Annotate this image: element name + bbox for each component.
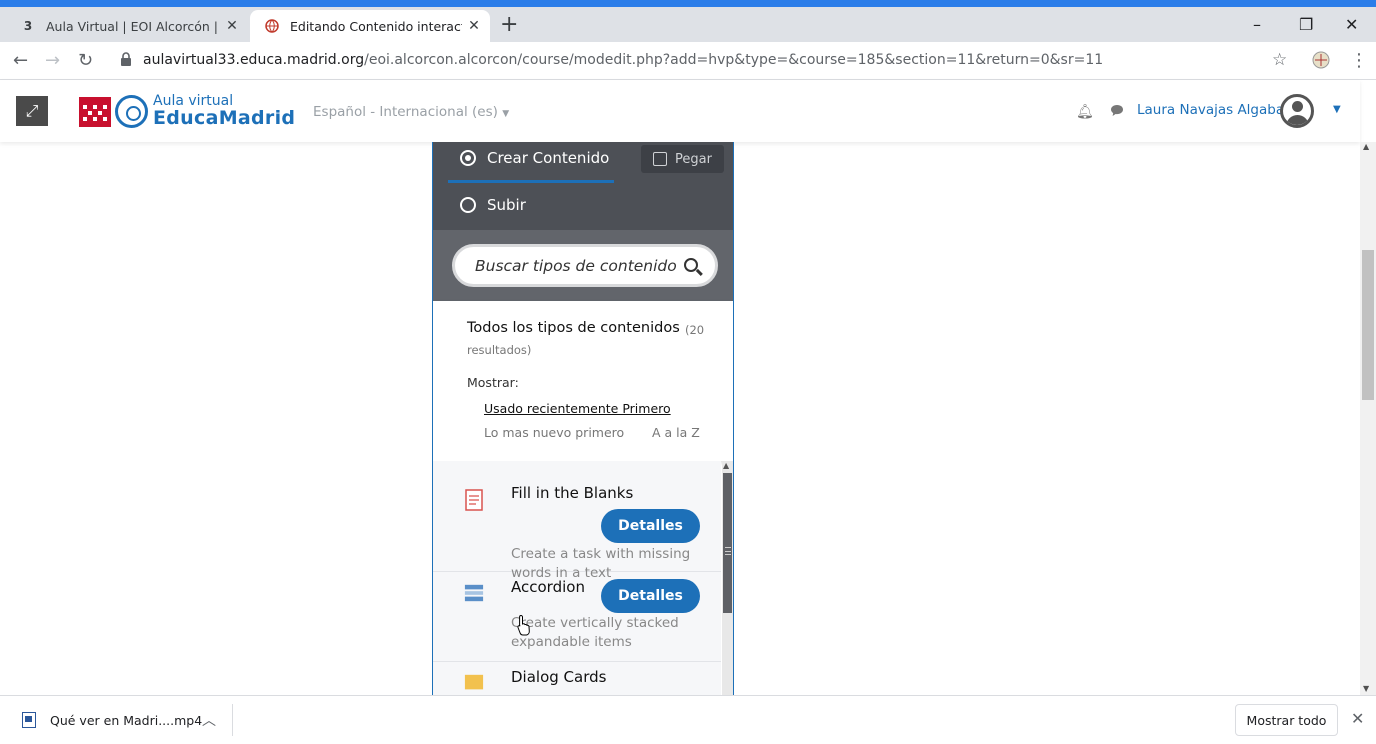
results-count-suffix: resultados) — [467, 343, 532, 357]
item-name[interactable]: Fill in the Blanks — [511, 484, 633, 502]
url-host: aulavirtual33.educa.madrid.org — [143, 52, 365, 68]
lock-icon[interactable] — [120, 52, 132, 66]
download-file-name[interactable]: Qué ver en Madri....mp4 — [50, 713, 202, 728]
results-count: (20 — [685, 323, 705, 337]
list-item[interactable]: Accordion Detalles Create vertically sta… — [433, 572, 721, 662]
download-bar: Qué ver en Madri....mp4 ︿ Mostrar todo ✕ — [0, 695, 1376, 744]
bookmark-star-icon[interactable]: ☆ — [1272, 50, 1287, 70]
show-label: Mostrar: — [467, 375, 519, 390]
browser-menu-icon[interactable]: ⋮ — [1350, 50, 1368, 71]
item-name[interactable]: Dialog Cards — [511, 668, 606, 686]
list-item[interactable]: Fill in the Blanks Detalles Create a tas… — [433, 461, 721, 581]
chevron-down-icon: ▼ — [502, 109, 510, 119]
browser-navbar: ← → ↻ aulavirtual33.educa.madrid.org/eoi… — [0, 42, 1376, 80]
tab-title: Editando Contenido interactivo — [290, 18, 462, 34]
scroll-down-icon[interactable]: ▼ — [1363, 684, 1369, 693]
search-input[interactable]: Buscar tipos de contenido — [452, 244, 718, 287]
chevron-up-icon[interactable]: ︿ — [202, 710, 216, 730]
details-button[interactable]: Detalles — [601, 579, 700, 613]
divider — [232, 704, 233, 736]
educamadrid-logo-icon[interactable] — [115, 95, 148, 128]
globe-favicon-icon — [264, 18, 280, 34]
tab-upload[interactable]: Subir — [487, 196, 526, 214]
create-content-radio[interactable] — [460, 150, 476, 166]
page-scrollbar[interactable]: ▲ ▼ — [1360, 142, 1376, 695]
show-all-button[interactable]: Mostrar todo — [1235, 704, 1338, 736]
url-path: /eoi.alcorcon.alcorcon/course/modedit.ph… — [364, 52, 1104, 68]
scroll-thumb[interactable] — [723, 473, 732, 613]
minimize-button[interactable]: – — [1253, 15, 1261, 34]
close-tab-icon[interactable]: ✕ — [462, 18, 486, 34]
sort-recent[interactable]: Usado recientemente Primero — [484, 401, 671, 416]
maximize-button[interactable]: ❐ — [1299, 15, 1313, 34]
sort-a-z[interactable]: A a la Z — [652, 425, 700, 440]
grip-icon — [725, 547, 731, 555]
new-tab-button[interactable]: + — [500, 14, 518, 36]
hand-cursor-icon — [517, 614, 530, 636]
content-type-list: Fill in the Blanks Detalles Create a tas… — [433, 461, 721, 695]
details-button[interactable]: Detalles — [601, 509, 700, 543]
language-selector[interactable]: Español - Internacional (es) ▼ — [313, 104, 509, 120]
item-name[interactable]: Accordion — [511, 578, 585, 596]
expand-icon[interactable]: ⤢ — [16, 96, 48, 126]
search-placeholder: Buscar tipos de contenido — [475, 257, 677, 275]
results-header: Todos los tipos de contenidos (20 result… — [433, 301, 733, 461]
browser-titlebar: 3 Aula Virtual | EOI Alcorcón | Escu ✕ E… — [0, 0, 1376, 42]
results-title: Todos los tipos de contenidos — [467, 320, 680, 336]
upload-radio[interactable] — [460, 197, 476, 213]
list-scrollbar[interactable]: ▲ — [722, 461, 733, 695]
reload-icon[interactable]: ↻ — [78, 50, 93, 71]
hub-tabs: Crear Contenido Pegar Subir — [433, 142, 733, 230]
h5p-hub-panel: Crear Contenido Pegar Subir Buscar tipos… — [432, 142, 734, 695]
item-description: Create vertically stacked expandable ite… — [511, 615, 679, 650]
user-menu-chevron-icon[interactable]: ▼ — [1333, 104, 1341, 115]
moodle-favicon-icon: 3 — [23, 19, 33, 33]
scroll-up-icon[interactable]: ▲ — [1363, 142, 1369, 151]
scroll-thumb[interactable] — [1362, 250, 1374, 400]
tab-create-content[interactable]: Crear Contenido — [487, 149, 609, 167]
search-bar: Buscar tipos de contenido — [433, 230, 733, 301]
paste-button[interactable]: Pegar — [641, 145, 724, 173]
forward-arrow-icon[interactable]: → — [45, 50, 60, 71]
close-window-button[interactable]: ✕ — [1345, 15, 1358, 34]
close-icon[interactable]: ✕ — [1351, 709, 1364, 728]
user-name[interactable]: Laura Navajas Algaba — [1137, 102, 1284, 118]
paste-label: Pegar — [675, 151, 712, 167]
logo-text-bottom[interactable]: EducaMadrid — [153, 107, 295, 129]
browser-tab-editando[interactable]: Editando Contenido interactivo ✕ — [250, 10, 490, 42]
sort-newest[interactable]: Lo mas nuevo primero — [484, 425, 624, 440]
extension-icon[interactable] — [1311, 50, 1331, 75]
browser-tab-aula-virtual[interactable]: 3 Aula Virtual | EOI Alcorcón | Escu ✕ — [6, 10, 248, 42]
document-icon — [465, 489, 483, 511]
cards-icon — [464, 674, 484, 690]
clipboard-icon — [653, 152, 667, 166]
address-bar[interactable]: aulavirtual33.educa.madrid.org/eoi.alcor… — [143, 52, 1103, 68]
back-arrow-icon[interactable]: ← — [13, 50, 28, 71]
scroll-up-icon[interactable]: ▲ — [723, 461, 729, 470]
search-icon[interactable] — [684, 258, 698, 272]
avatar[interactable] — [1280, 94, 1314, 128]
comunidad-madrid-flag-icon[interactable] — [79, 97, 111, 127]
language-label: Español - Internacional (es) — [313, 104, 498, 120]
list-item[interactable]: Dialog Cards — [433, 662, 721, 695]
accordion-icon — [464, 584, 484, 602]
tab-title: Aula Virtual | EOI Alcorcón | Escu — [46, 18, 220, 34]
messages-icon[interactable] — [1110, 104, 1124, 121]
video-file-icon[interactable] — [22, 712, 36, 728]
notification-bell-icon[interactable]: 🔔︎ — [1076, 104, 1094, 120]
site-header: ⤢ Aula virtual EducaMadrid Español - Int… — [0, 80, 1360, 142]
close-tab-icon[interactable]: ✕ — [220, 18, 244, 34]
active-tab-underline — [448, 180, 614, 183]
